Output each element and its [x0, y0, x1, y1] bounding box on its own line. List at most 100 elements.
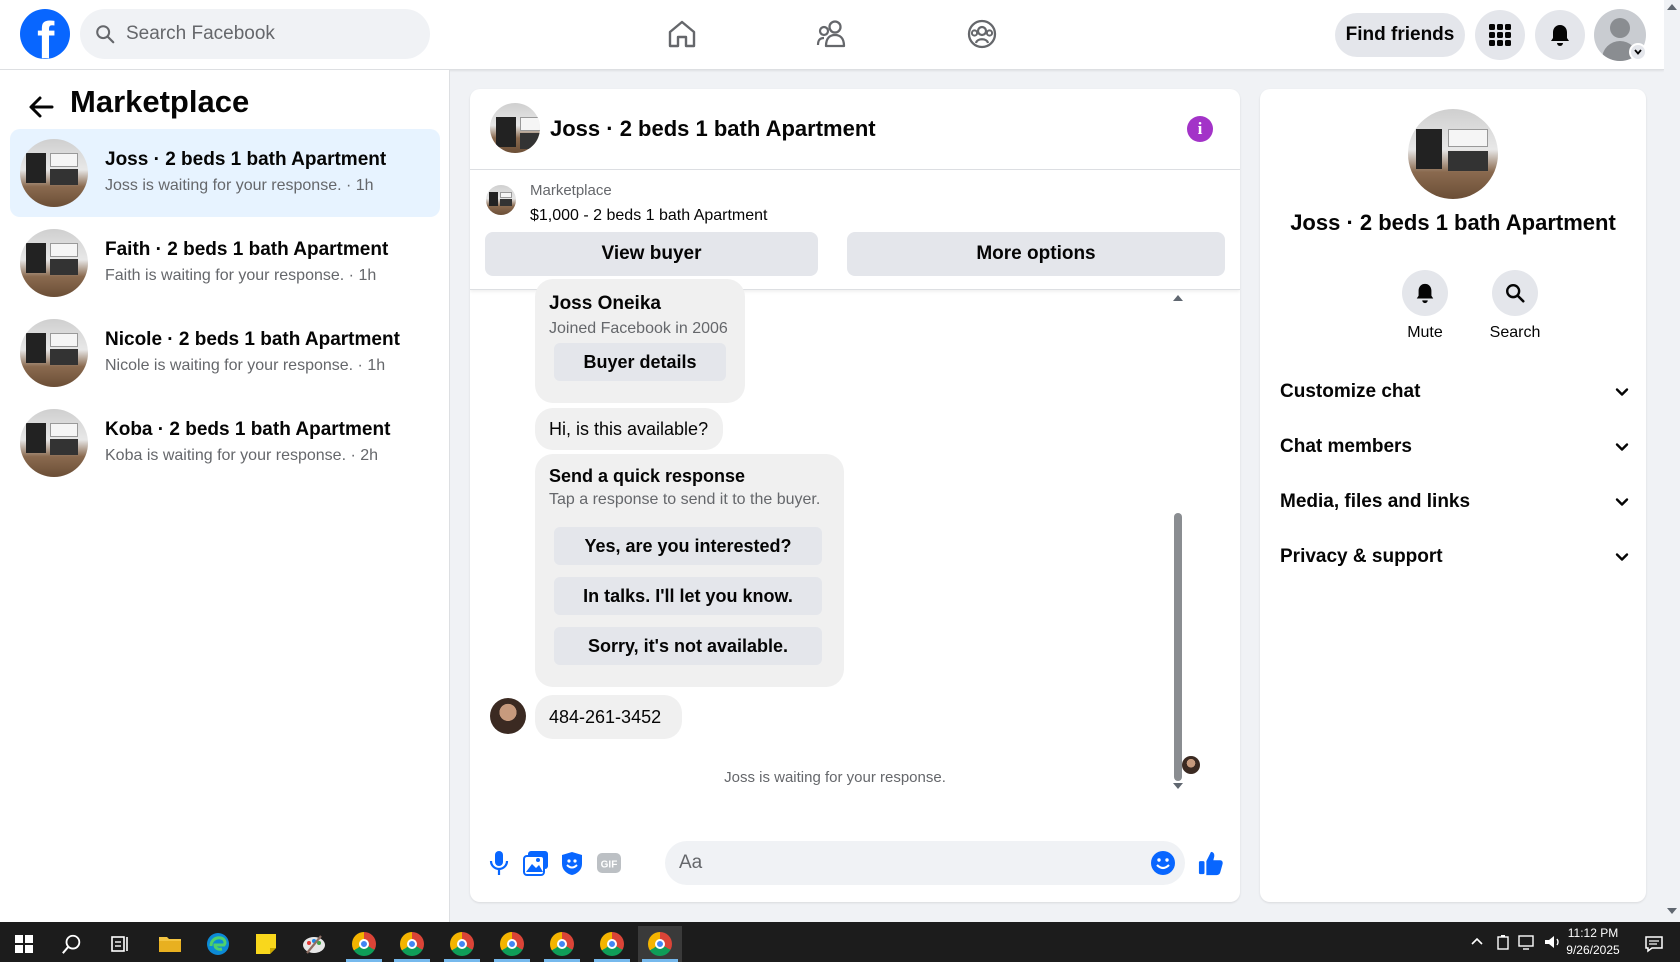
info-icon[interactable]: i: [1187, 116, 1213, 142]
chevron-down-icon: [1615, 498, 1629, 506]
file-explorer-icon[interactable]: [148, 926, 192, 962]
scroll-down-arrow[interactable]: [1667, 908, 1677, 914]
windows-start-icon[interactable]: [2, 926, 46, 962]
listing-thumbnail: [20, 409, 88, 477]
message-composer: GIF: [470, 837, 1240, 887]
listing-thumbnail: [20, 229, 88, 297]
menu-grid-icon[interactable]: [1475, 10, 1525, 60]
chrome-profile-icon[interactable]: [440, 926, 484, 962]
battery-icon[interactable]: [1496, 934, 1510, 950]
chevron-up-icon[interactable]: [1470, 935, 1484, 949]
search-icon: [1492, 270, 1538, 316]
notifications-bell-icon[interactable]: [1535, 10, 1585, 60]
listing-thumbnail[interactable]: [1408, 109, 1498, 199]
search-label: Search: [1489, 324, 1541, 341]
conversation-status: Joss is waiting for your response. · 1h: [105, 177, 374, 194]
search-box[interactable]: [80, 9, 430, 59]
quick-response-title: Send a quick response: [549, 466, 746, 486]
conversation-item[interactable]: Faith · 2 beds 1 bath Apartment Faith is…: [10, 219, 440, 307]
buyer-avatar[interactable]: [490, 698, 526, 734]
sticker-icon[interactable]: [559, 850, 585, 876]
section-label: Chat members: [1280, 436, 1412, 457]
quick-response-subtitle: Tap a response to send it to the buyer.: [549, 491, 821, 508]
message-bubble: 484-261-3452: [535, 695, 682, 739]
quick-response-option[interactable]: Yes, are you interested?: [554, 527, 822, 565]
chevron-down-icon[interactable]: [1629, 43, 1647, 61]
conversation-name: Joss · 2 beds 1 bath Apartment: [105, 149, 387, 170]
page-scrollbar[interactable]: [1664, 0, 1680, 922]
thumbs-up-icon[interactable]: [1198, 850, 1224, 876]
groups-icon[interactable]: [962, 14, 1002, 54]
customize-chat-section[interactable]: Customize chat: [1280, 372, 1630, 412]
message-thread: Joss Oneika Joined Facebook in 2006 Buye…: [470, 279, 1240, 821]
scroll-up-arrow[interactable]: [1173, 295, 1183, 301]
listing-thumbnail: [486, 185, 516, 215]
chrome-profile-icon[interactable]: [390, 926, 434, 962]
media-files-links-section[interactable]: Media, files and links: [1280, 482, 1630, 522]
mute-button[interactable]: Mute: [1385, 270, 1465, 342]
search-in-chat-button[interactable]: Search: [1475, 270, 1555, 342]
chrome-profile-icon[interactable]: [342, 926, 386, 962]
conversation-item[interactable]: Joss · 2 beds 1 bath Apartment Joss is w…: [10, 129, 440, 217]
listing-price[interactable]: $1,000 - 2 beds 1 bath Apartment: [530, 207, 768, 225]
message-bubble: Hi, is this available?: [535, 408, 723, 450]
listing-thumbnail[interactable]: [490, 103, 540, 153]
scroll-up-arrow[interactable]: [1667, 4, 1677, 10]
buyer-joined: Joined Facebook in 2006: [549, 320, 728, 337]
search-input[interactable]: [126, 23, 406, 45]
conversation-item[interactable]: Koba · 2 beds 1 bath Apartment Koba is w…: [10, 399, 440, 487]
system-tray: [1470, 922, 1562, 962]
facebook-logo[interactable]: f: [20, 9, 70, 59]
emoji-icon[interactable]: [1150, 850, 1176, 876]
marketplace-listing-strip: Marketplace $1,000 - 2 beds 1 bath Apart…: [470, 170, 1240, 290]
microphone-icon[interactable]: [486, 850, 512, 876]
system-clock[interactable]: 11:12 PM 9/26/2025: [1558, 925, 1628, 959]
notification-center-icon[interactable]: [1634, 926, 1674, 962]
clock-time: 11:12 PM: [1567, 926, 1619, 940]
chat-members-section[interactable]: Chat members: [1280, 427, 1630, 467]
section-label: Privacy & support: [1280, 546, 1443, 567]
buyer-info-card: Joss Oneika Joined Facebook in 2006 Buye…: [535, 279, 745, 403]
quick-response-option[interactable]: Sorry, it's not available.: [554, 627, 822, 665]
conversation-name: Nicole · 2 beds 1 bath Apartment: [105, 329, 400, 350]
back-arrow-icon[interactable]: [24, 90, 58, 124]
find-friends-button[interactable]: Find friends: [1335, 13, 1465, 57]
buyer-details-button[interactable]: Buyer details: [554, 343, 726, 381]
network-icon[interactable]: [1518, 934, 1536, 950]
chrome-profile-icon[interactable]: [490, 926, 534, 962]
task-view-icon[interactable]: [98, 926, 142, 962]
paint-app-icon[interactable]: [292, 926, 336, 962]
edge-browser-icon[interactable]: [196, 926, 240, 962]
page-title: Marketplace: [70, 84, 250, 119]
chrome-profile-icon[interactable]: [638, 926, 682, 962]
clock-date: 9/26/2025: [1566, 943, 1620, 957]
chat-scroll-thumb[interactable]: [1174, 513, 1182, 781]
gif-icon[interactable]: GIF: [596, 850, 622, 876]
chrome-profile-icon[interactable]: [540, 926, 584, 962]
conversation-item[interactable]: Nicole · 2 beds 1 bath Apartment Nicole …: [10, 309, 440, 397]
conversation-details-panel: Joss · 2 beds 1 bath Apartment Mute Sear…: [1260, 89, 1646, 902]
privacy-support-section[interactable]: Privacy & support: [1280, 537, 1630, 577]
mute-label: Mute: [1407, 324, 1443, 341]
section-label: Customize chat: [1280, 381, 1421, 402]
friends-icon[interactable]: [812, 14, 852, 54]
chat-panel: Joss · 2 beds 1 bath Apartment i Marketp…: [470, 89, 1240, 902]
sticky-notes-icon[interactable]: [244, 926, 288, 962]
details-title: Joss · 2 beds 1 bath Apartment: [1290, 210, 1616, 235]
quick-response-option[interactable]: In talks. I'll let you know.: [554, 577, 822, 615]
view-buyer-button[interactable]: View buyer: [485, 232, 818, 276]
section-label: Media, files and links: [1280, 491, 1471, 512]
message-text: 484-261-3452: [549, 707, 662, 727]
svg-text:GIF: GIF: [601, 860, 618, 871]
chrome-profile-icon[interactable]: [590, 926, 634, 962]
more-options-button[interactable]: More options: [847, 232, 1225, 276]
chevron-down-icon: [1615, 388, 1629, 396]
scroll-down-arrow[interactable]: [1173, 783, 1183, 789]
marketplace-sidebar: Marketplace Joss · 2 beds 1 bath Apartme…: [0, 70, 450, 922]
message-input[interactable]: [665, 841, 1185, 885]
search-icon[interactable]: [50, 926, 94, 962]
photo-icon[interactable]: [523, 850, 549, 876]
home-icon[interactable]: [662, 14, 702, 54]
conversation-name: Faith · 2 beds 1 bath Apartment: [105, 239, 389, 260]
chat-title[interactable]: Joss · 2 beds 1 bath Apartment: [550, 116, 876, 142]
